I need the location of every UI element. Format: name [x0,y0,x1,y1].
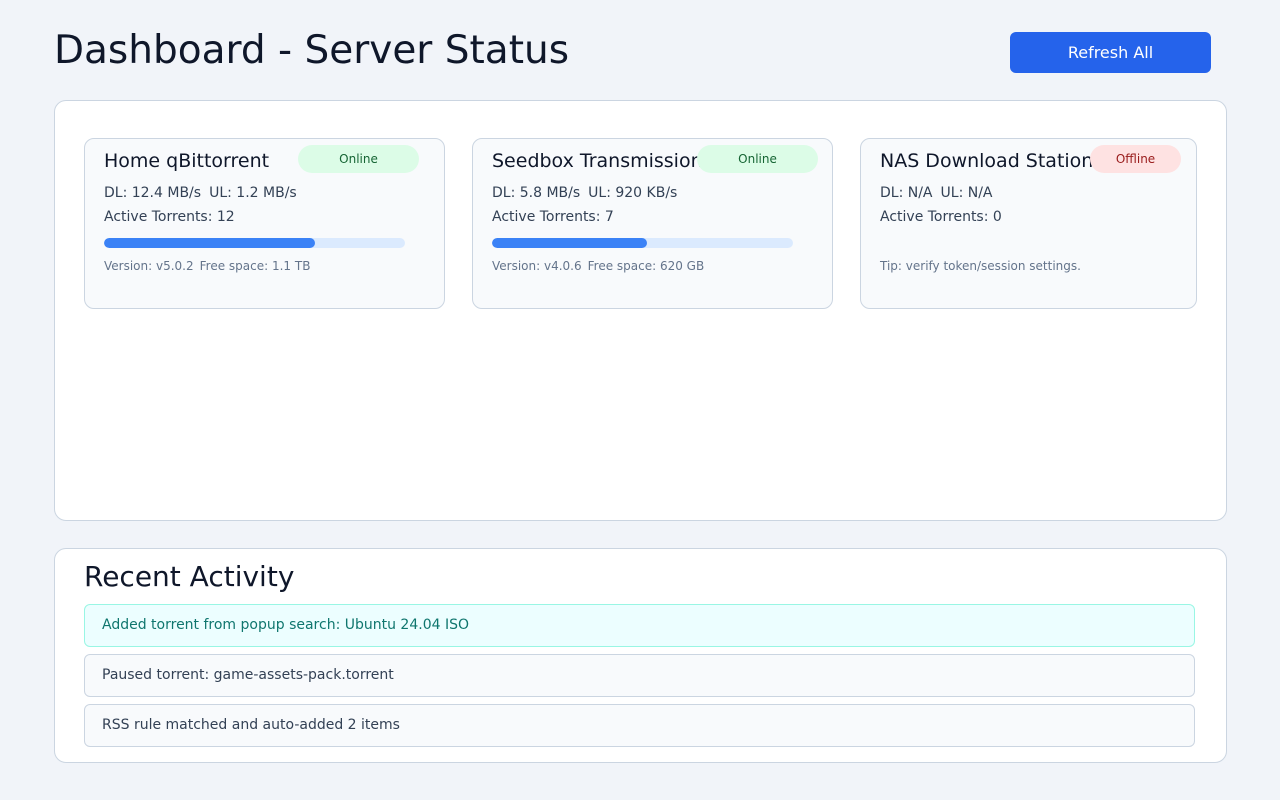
activity-item[interactable]: Added torrent from popup search: Ubuntu … [84,604,1195,647]
active-torrents: Active Torrents: 7 [492,209,614,225]
progress-bar [104,238,405,248]
version-label: Version: v4.0.6 [492,259,582,273]
server-name: Home qBittorrent [104,150,270,172]
server-name: NAS Download Station [880,150,1094,172]
active-torrents: Active Torrents: 12 [104,209,235,225]
free-space-label: Free space: 620 GB [587,259,705,273]
recent-activity-panel: Recent Activity Added torrent from popup… [54,548,1227,763]
status-badge: Online [298,145,419,173]
speed-line: DL: N/A UL: N/A [880,184,993,202]
status-badge: Online [697,145,818,173]
upload-speed: UL: N/A [940,185,993,201]
meta-line: Version: v5.0.2 Free space: 1.1 TB [104,258,310,274]
meta-line: Version: v4.0.6 Free space: 620 GB [492,258,704,274]
server-name: Seedbox Transmission [492,150,703,172]
speed-line: DL: 12.4 MB/s UL: 1.2 MB/s [104,184,297,202]
tip-text: Tip: verify token/session settings. [880,259,1081,273]
server-card-nas-download-station[interactable]: NAS Download Station Offline DL: N/A UL: … [860,138,1197,309]
version-label: Version: v5.0.2 [104,259,194,273]
server-card-home-qbittorrent[interactable]: Home qBittorrent Online DL: 12.4 MB/s UL:… [84,138,445,309]
free-space-label: Free space: 1.1 TB [199,259,311,273]
progress-fill [104,238,315,248]
activity-item[interactable]: Paused torrent: game-assets-pack.torrent [84,654,1195,697]
server-card-seedbox-transmission[interactable]: Seedbox Transmission Online DL: 5.8 MB/s… [472,138,833,309]
active-torrents: Active Torrents: 0 [880,209,1002,225]
servers-panel: Home qBittorrent Online DL: 12.4 MB/s UL:… [54,100,1227,521]
download-speed: DL: N/A [880,185,933,201]
download-speed: DL: 5.8 MB/s [492,185,581,201]
upload-speed: UL: 1.2 MB/s [209,185,297,201]
page-title: Dashboard - Server Status [54,28,570,73]
progress-fill [492,238,647,248]
status-badge: Offline [1090,145,1181,173]
download-speed: DL: 12.4 MB/s [104,185,202,201]
speed-line: DL: 5.8 MB/s UL: 920 KB/s [492,184,677,202]
activity-title: Recent Activity [84,560,295,593]
upload-speed: UL: 920 KB/s [588,185,678,201]
progress-bar [492,238,793,248]
activity-item[interactable]: RSS rule matched and auto-added 2 items [84,704,1195,747]
refresh-all-button[interactable]: Refresh All [1010,32,1211,73]
